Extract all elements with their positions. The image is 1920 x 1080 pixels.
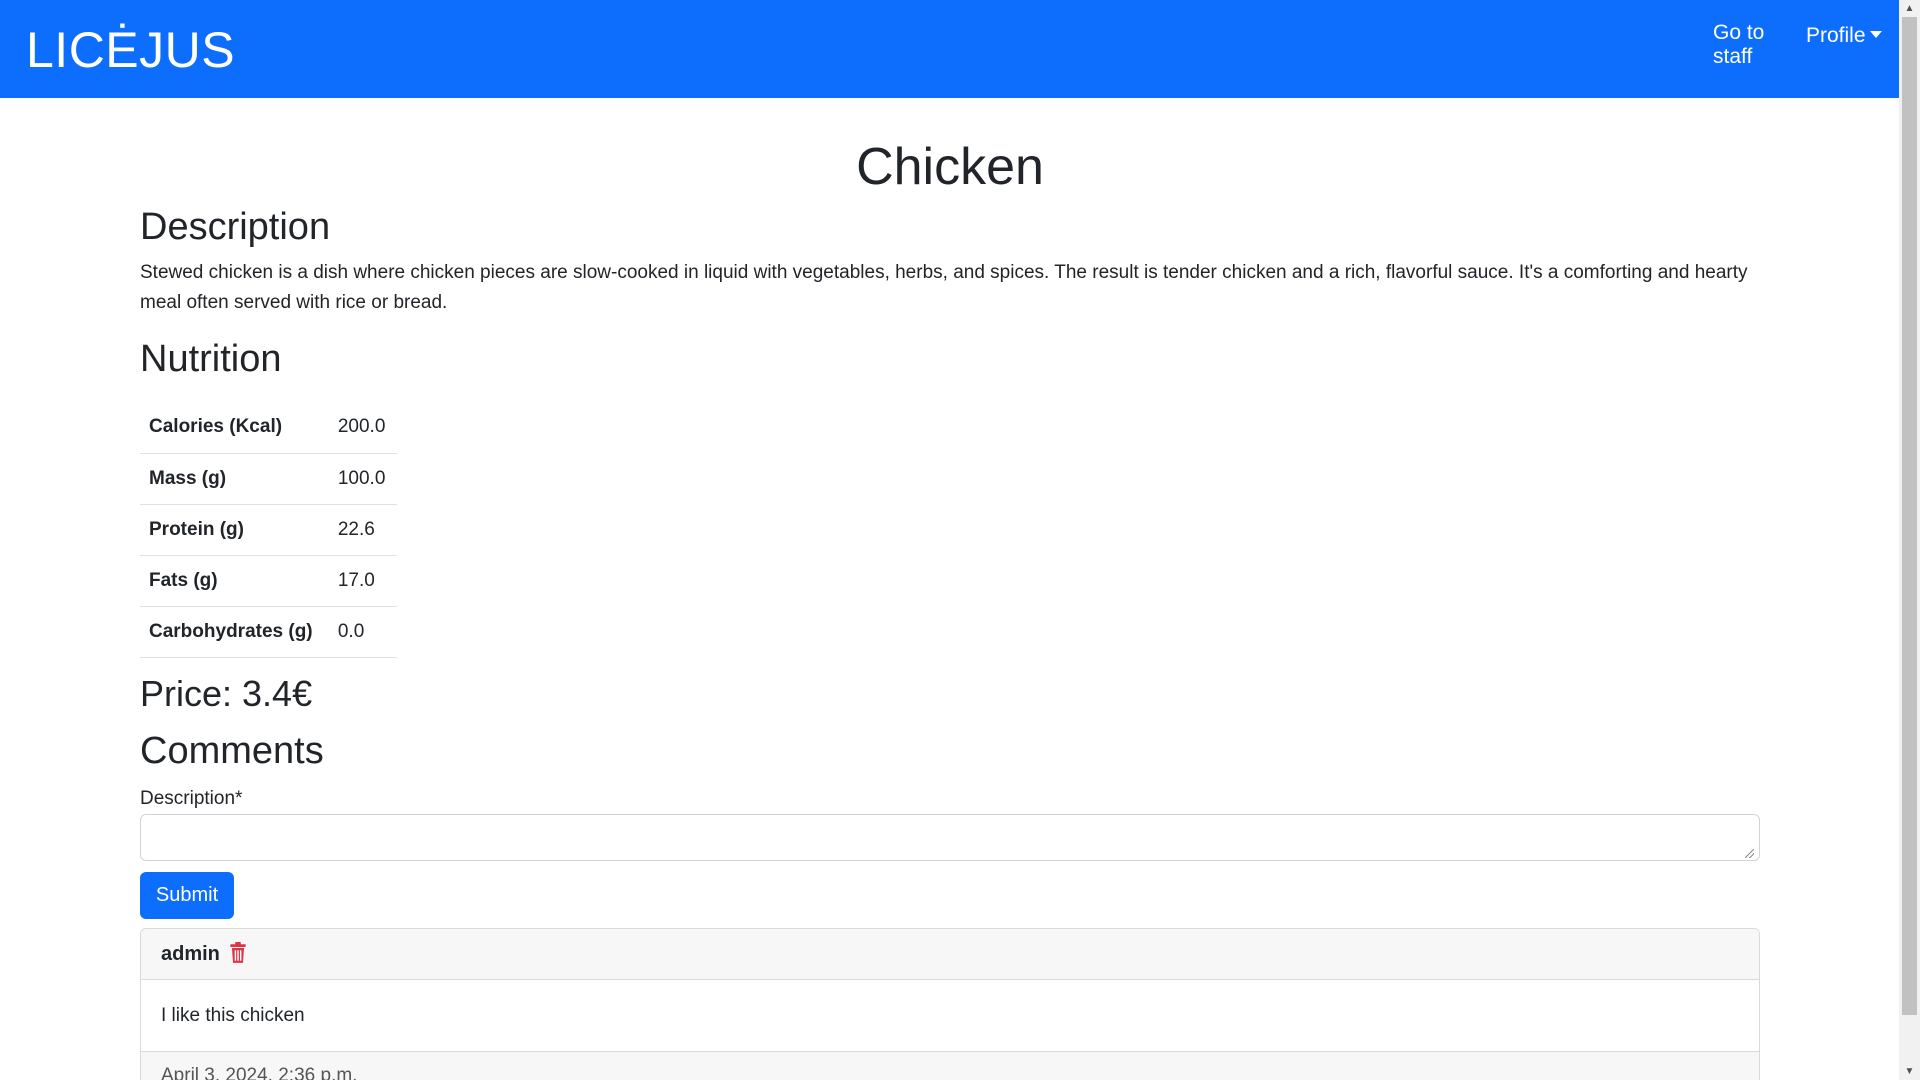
profile-dropdown[interactable]: Profile bbox=[1806, 24, 1882, 48]
caret-down-icon bbox=[1869, 30, 1882, 38]
page-title: Chicken bbox=[856, 138, 1044, 196]
nutrition-table: Calories (Kcal) 200.0 Mass (g) 100.0 Pro… bbox=[140, 402, 397, 658]
table-row: Calories (Kcal) 200.0 bbox=[140, 402, 397, 454]
nutrition-value: 200.0 bbox=[328, 402, 397, 454]
nutrition-label: Protein (g) bbox=[140, 504, 329, 556]
scroll-up-icon[interactable]: ▲ bbox=[1899, 0, 1920, 17]
comment-header: admin bbox=[141, 929, 1759, 980]
go-to-staff-link[interactable]: Go to staff bbox=[1713, 21, 1783, 69]
trash-icon[interactable] bbox=[229, 942, 247, 964]
comment-card: admin I like this chicken April 3, 2024,… bbox=[140, 928, 1760, 1080]
nutrition-value: 22.6 bbox=[328, 504, 397, 556]
description-text: Stewed chicken is a dish where chicken p… bbox=[140, 262, 1748, 313]
profile-label: Profile bbox=[1806, 24, 1866, 47]
nutrition-label: Mass (g) bbox=[140, 453, 329, 505]
nutrition-label: Carbohydrates (g) bbox=[140, 606, 329, 658]
page-scrollbar[interactable]: ▲ ▼ bbox=[1899, 0, 1920, 1080]
brand-logo[interactable]: LICĖJUS bbox=[26, 22, 235, 78]
comment-date: April 3, 2024, 2:36 p.m. bbox=[161, 1065, 358, 1080]
nutrition-value: 100.0 bbox=[328, 453, 397, 505]
comments-heading: Comments bbox=[140, 730, 324, 772]
comment-author: admin bbox=[161, 943, 220, 965]
nutrition-heading: Nutrition bbox=[140, 338, 282, 380]
navbar: LICĖJUS Go to staff Profile bbox=[0, 0, 1899, 98]
table-row: Protein (g) 22.6 bbox=[140, 504, 397, 556]
description-heading: Description bbox=[140, 206, 331, 248]
nutrition-value: 17.0 bbox=[328, 555, 397, 607]
table-row: Carbohydrates (g) 0.0 bbox=[140, 606, 397, 658]
nutrition-value: 0.0 bbox=[328, 606, 397, 658]
comment-text: I like this chicken bbox=[161, 1005, 305, 1026]
comment-textarea[interactable] bbox=[140, 814, 1760, 861]
scroll-down-icon[interactable]: ▼ bbox=[1899, 1063, 1920, 1080]
scrollbar-thumb[interactable] bbox=[1902, 17, 1917, 1015]
table-row: Fats (g) 17.0 bbox=[140, 555, 397, 607]
nutrition-label: Calories (Kcal) bbox=[140, 402, 329, 454]
price-text: Price: 3.4€ bbox=[140, 673, 313, 714]
nutrition-label: Fats (g) bbox=[140, 555, 329, 607]
resize-grip-icon[interactable] bbox=[1745, 849, 1754, 858]
comment-field-label: Description* bbox=[140, 788, 243, 809]
comment-footer: April 3, 2024, 2:36 p.m. bbox=[141, 1051, 1759, 1080]
submit-button[interactable]: Submit bbox=[140, 872, 234, 919]
table-row: Mass (g) 100.0 bbox=[140, 453, 397, 505]
